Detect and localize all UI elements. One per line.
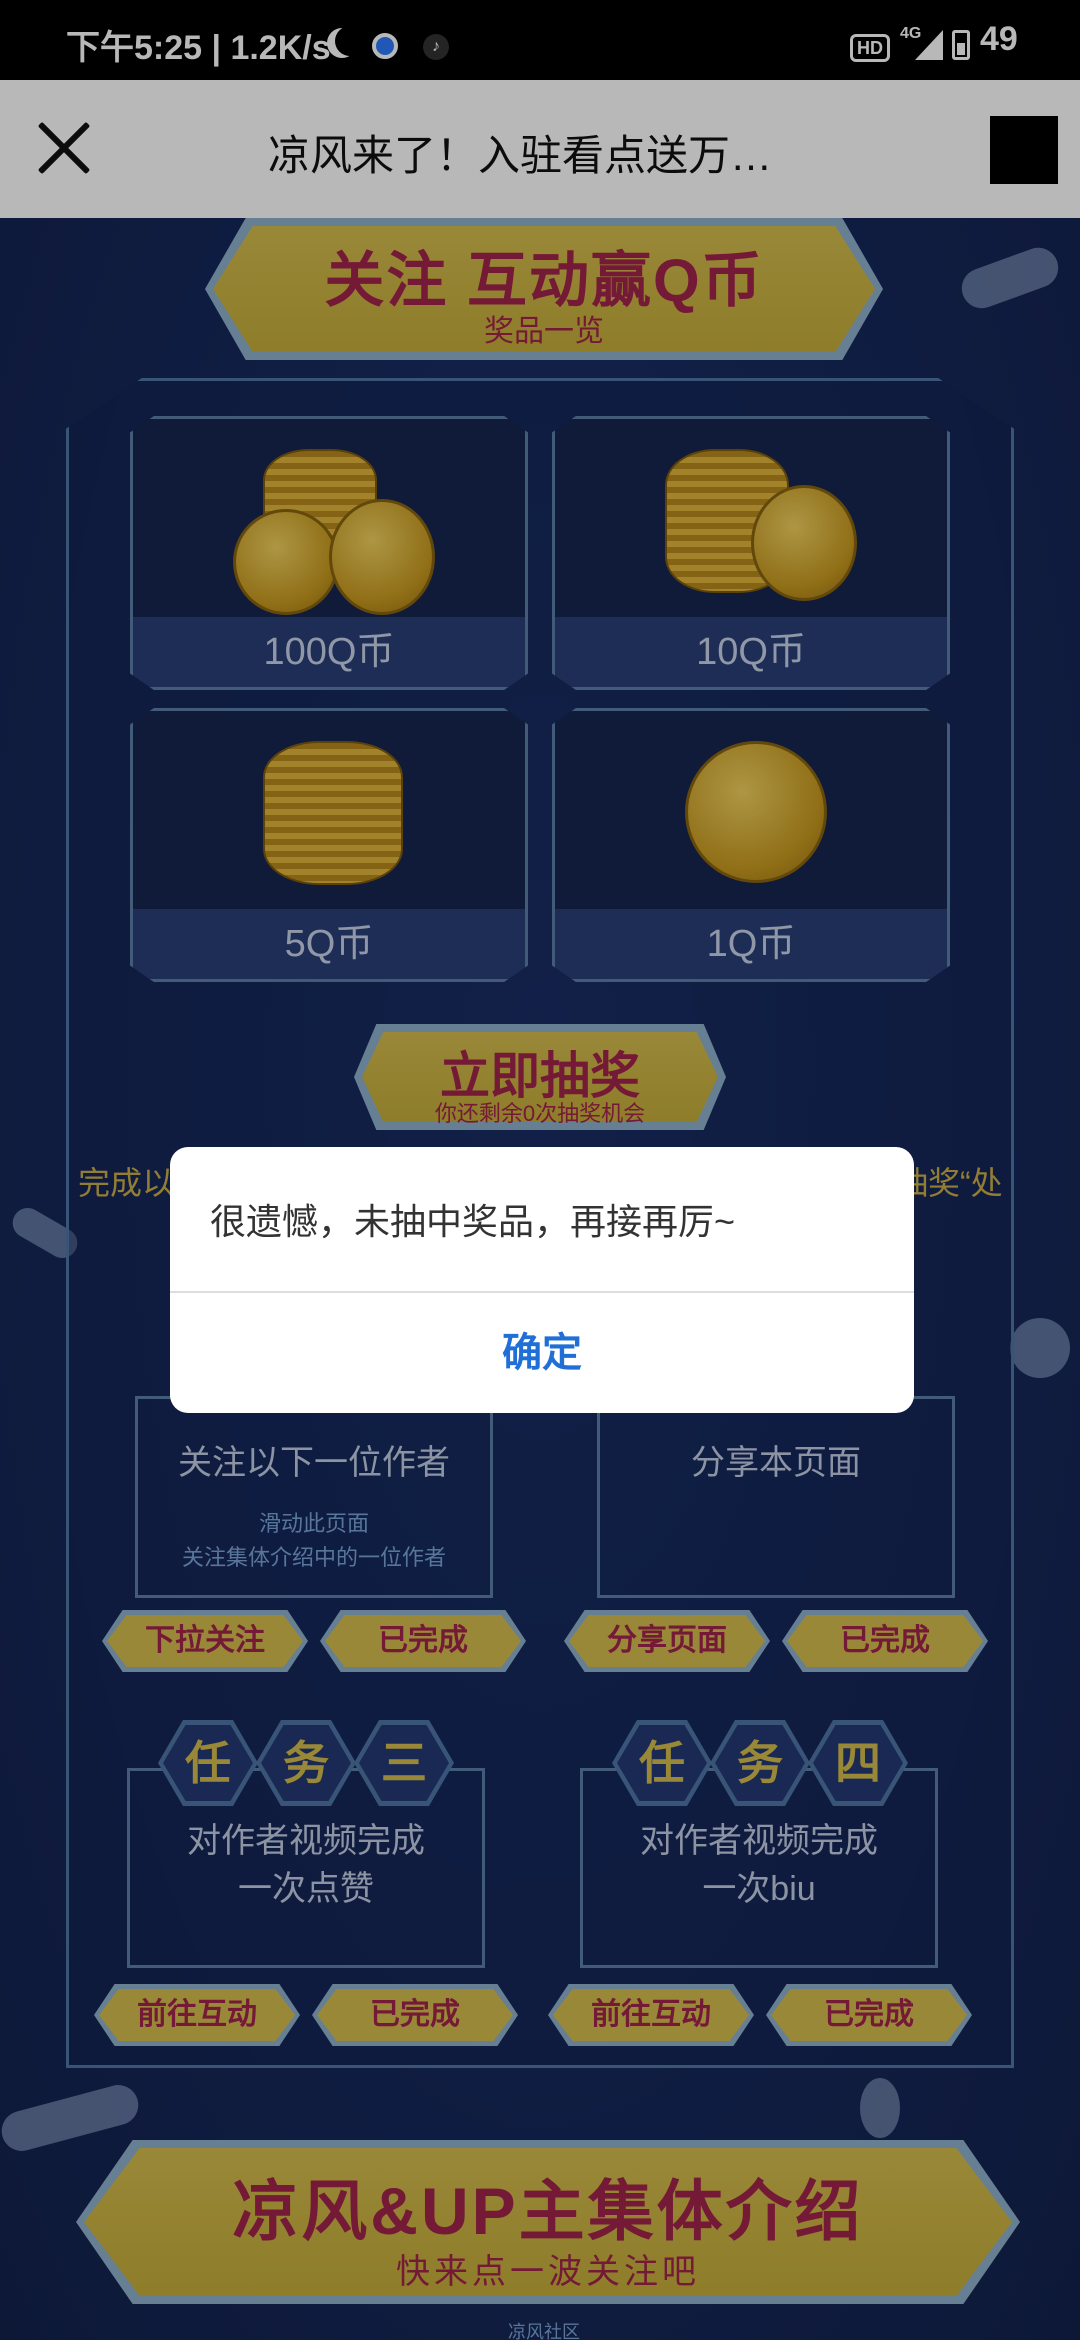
dialog-ok-button[interactable]: 确定 — [170, 1293, 914, 1413]
dialog-message: 很遗憾，未抽中奖品，再接再厉~ — [210, 1201, 736, 1242]
result-dialog: 很遗憾，未抽中奖品，再接再厉~ 确定 — [170, 1147, 914, 1413]
